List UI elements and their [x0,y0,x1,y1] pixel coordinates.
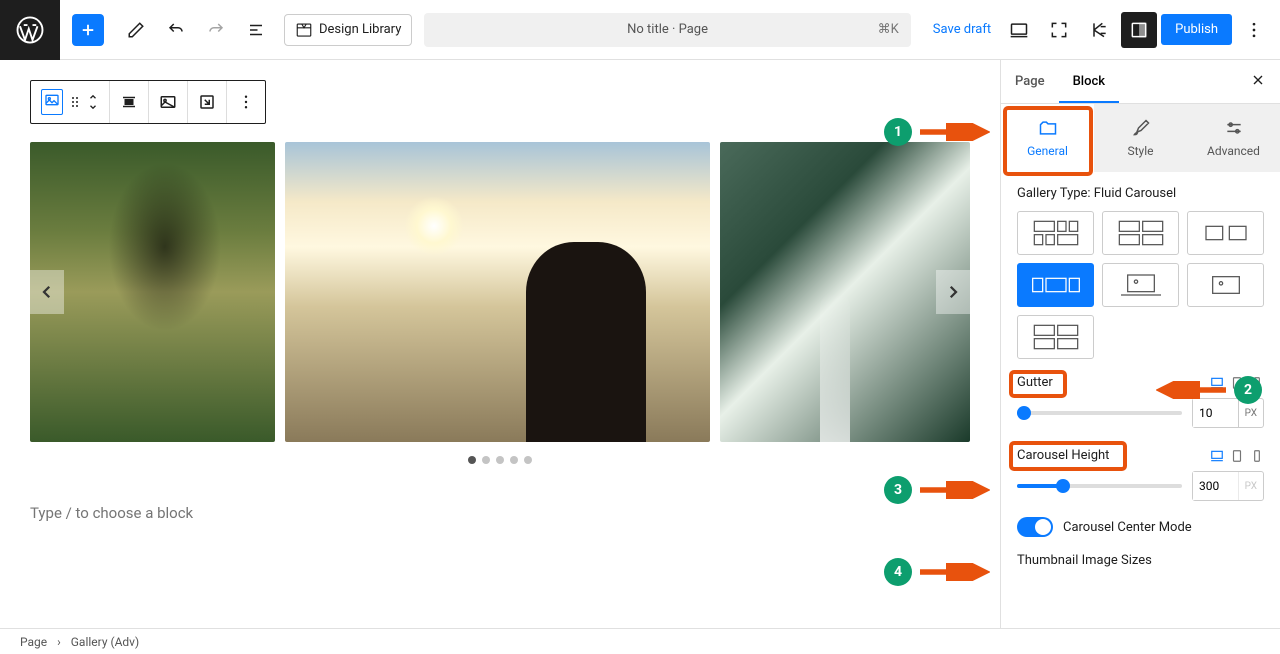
gallery-block-icon [41,89,63,115]
main-area: Type / to choose a block 1 3 4 Page Bloc… [0,60,1280,630]
top-toolbar: Design Library No title · Page ⌘K Save d… [0,0,1280,60]
tab-page[interactable]: Page [1001,60,1059,103]
gallery-type-option[interactable] [1102,211,1179,255]
center-mode-toggle[interactable] [1017,517,1053,537]
settings-sidebar: Page Block General Style Advanced Galler… [1000,60,1280,630]
crop-button[interactable] [188,81,227,123]
desktop-icon[interactable] [1210,449,1224,463]
block-more-button[interactable] [227,81,265,123]
gallery-type-option[interactable] [1017,211,1094,255]
redo-icon[interactable] [200,14,232,46]
kadence-icon[interactable] [1081,12,1117,48]
dot[interactable] [510,456,518,464]
subtab-general[interactable]: General [1001,104,1094,172]
undo-icon[interactable] [160,14,192,46]
chevron-right-icon: › [57,635,61,649]
tab-block[interactable]: Block [1059,60,1119,103]
sidebar-tabs: Page Block [1001,60,1280,104]
gutter-slider[interactable] [1017,411,1182,415]
editor-canvas: Type / to choose a block 1 3 4 [0,60,1000,630]
document-title-bar[interactable]: No title · Page ⌘K [424,13,910,47]
carousel-next-arrow[interactable] [936,270,970,314]
dot[interactable] [496,456,504,464]
mobile-icon[interactable] [1250,449,1264,463]
block-appender[interactable]: Type / to choose a block [30,504,970,522]
carousel-dots [30,456,970,464]
subtab-label: Advanced [1207,144,1260,158]
gallery-type-option[interactable] [1102,263,1179,307]
more-menu-icon[interactable] [1236,12,1272,48]
command-shortcut: ⌘K [878,22,899,37]
folder-icon [1038,118,1058,138]
height-value-input[interactable] [1193,472,1238,500]
brush-icon [1131,118,1151,138]
subtab-label: Style [1127,144,1153,158]
carousel-slide[interactable] [285,142,710,442]
block-subtabs: General Style Advanced [1001,104,1280,172]
gallery-type-option[interactable] [1187,211,1264,255]
subtab-advanced[interactable]: Advanced [1187,104,1280,172]
callout-badge: 1 [884,118,912,146]
height-input: PX [1192,471,1264,501]
gallery-type-grid [1017,211,1264,359]
gallery-type-label: Gallery Type: Fluid Carousel [1017,186,1264,201]
subtab-label: General [1027,144,1068,158]
close-sidebar-icon[interactable] [1236,72,1280,92]
block-type-cell[interactable] [31,81,110,123]
gallery-type-option[interactable] [1187,263,1264,307]
publish-button[interactable]: Publish [1161,14,1232,45]
dot[interactable] [468,456,476,464]
breadcrumb-root[interactable]: Page [20,635,47,649]
preview-desktop-icon[interactable] [1001,12,1037,48]
center-mode-label: Carousel Center Mode [1063,520,1192,535]
gallery-type-option[interactable] [1017,315,1094,359]
panel-general: Gallery Type: Fluid Carousel Gutter [1001,172,1280,592]
gallery-type-option-active[interactable] [1017,263,1094,307]
responsive-device-icons [1210,449,1264,463]
dot[interactable] [482,456,490,464]
save-draft-link[interactable]: Save draft [933,22,991,37]
gallery-carousel[interactable] [30,142,970,442]
edit-tool-icon[interactable] [120,14,152,46]
move-arrows-icon [87,92,99,112]
document-outline-icon[interactable] [240,14,272,46]
design-library-label: Design Library [319,22,401,37]
subtab-style[interactable]: Style [1094,104,1187,172]
thumbnail-sizes-label: Thumbnail Image Sizes [1017,553,1264,568]
document-title: No title · Page [627,22,708,37]
tablet-icon[interactable] [1230,449,1244,463]
center-mode-row: Carousel Center Mode [1017,517,1264,537]
image-settings-button[interactable] [149,81,188,123]
height-control: PX [1017,471,1264,501]
callout-badge: 2 [1234,376,1262,404]
height-unit: PX [1238,472,1263,500]
preview-fullscreen-icon[interactable] [1041,12,1077,48]
gutter-label: Gutter [1017,375,1053,390]
carousel-slide[interactable] [30,142,275,442]
breadcrumb-current[interactable]: Gallery (Adv) [71,635,139,649]
callout-badge: 3 [884,476,912,504]
block-toolbar [30,80,266,124]
callout-badge: 4 [884,558,912,586]
dot[interactable] [524,456,532,464]
align-button[interactable] [110,81,149,123]
height-label: Carousel Height [1017,448,1109,463]
wordpress-logo[interactable] [0,0,60,60]
add-block-button[interactable] [72,14,104,46]
design-library-button[interactable]: Design Library [284,14,412,46]
height-slider[interactable] [1017,484,1182,488]
height-field-row: Carousel Height [1017,448,1264,463]
sliders-icon [1224,118,1244,138]
carousel-prev-arrow[interactable] [30,270,64,314]
settings-panel-icon[interactable] [1121,12,1157,48]
breadcrumb: Page › Gallery (Adv) [0,628,1280,654]
drag-handle-icon [67,94,83,110]
carousel-slide[interactable] [720,142,970,442]
